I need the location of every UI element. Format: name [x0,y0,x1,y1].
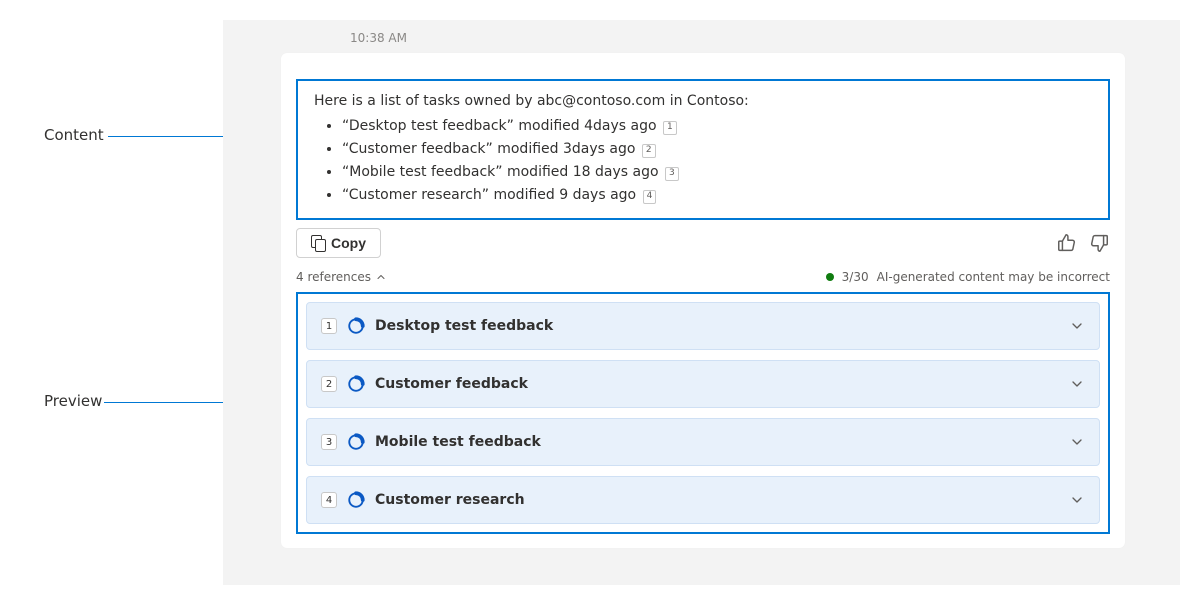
references-toggle-label: 4 references [296,270,371,284]
reference-item[interactable]: 2 Customer feedback [306,360,1100,408]
reference-item[interactable]: 1 Desktop test feedback [306,302,1100,350]
copy-icon [311,235,325,251]
message-task-list: “Desktop test feedback” modified 4days a… [314,116,1092,206]
citation-chip[interactable]: 1 [663,121,677,135]
reference-number: 2 [321,376,337,392]
chevron-down-icon [1069,434,1085,450]
reference-number: 4 [321,492,337,508]
chevron-up-icon [375,271,387,283]
task-text: “Customer feedback” modified 3days ago [342,141,635,157]
citation-chip[interactable]: 2 [642,144,656,158]
copy-button-label: Copy [331,235,366,251]
task-text: “Customer research” modified 9 days ago [342,187,636,203]
citation-chip[interactable]: 3 [665,167,679,181]
task-text: “Desktop test feedback” modified 4days a… [342,118,657,134]
citation-chip[interactable]: 4 [643,190,657,204]
reference-title: Customer feedback [375,376,528,392]
message-timestamp: 10:38 AM [350,31,407,45]
references-toggle[interactable]: 4 references [296,270,387,284]
chevron-down-icon [1069,492,1085,508]
task-list-item: “Desktop test feedback” modified 4days a… [342,116,1092,137]
thumbs-down-button[interactable] [1088,232,1110,254]
callout-content-label: Content [44,126,104,144]
reference-title: Customer research [375,492,525,508]
callout-preview-label: Preview [44,392,102,410]
message-intro: Here is a list of tasks owned by abc@con… [314,91,1092,112]
reference-item[interactable]: 3 Mobile test feedback [306,418,1100,466]
reference-number: 3 [321,434,337,450]
task-list-item: “Mobile test feedback” modified 18 days … [342,162,1092,183]
ai-disclaimer: AI-generated content may be incorrect [877,270,1110,284]
loop-icon [347,317,365,335]
loop-icon [347,433,365,451]
usage-count: 3/30 [842,270,869,284]
message-content-box: Here is a list of tasks owned by abc@con… [296,79,1110,220]
page-background: 10:38 AM Here is a list of tasks owned b… [223,20,1180,585]
assistant-message-card: Here is a list of tasks owned by abc@con… [281,53,1125,548]
copy-button[interactable]: Copy [296,228,381,258]
thumbs-up-button[interactable] [1056,232,1078,254]
task-list-item: “Customer feedback” modified 3days ago 2 [342,139,1092,160]
task-list-item: “Customer research” modified 9 days ago … [342,185,1092,206]
reference-title: Desktop test feedback [375,318,553,334]
chevron-down-icon [1069,376,1085,392]
loop-icon [347,491,365,509]
reference-item[interactable]: 4 Customer research [306,476,1100,524]
status-dot-icon [826,273,834,281]
loop-icon [347,375,365,393]
reference-title: Mobile test feedback [375,434,541,450]
reference-number: 1 [321,318,337,334]
references-panel: 1 Desktop test feedback 2 Customer feedb… [296,292,1110,534]
task-text: “Mobile test feedback” modified 18 days … [342,164,659,180]
chevron-down-icon [1069,318,1085,334]
